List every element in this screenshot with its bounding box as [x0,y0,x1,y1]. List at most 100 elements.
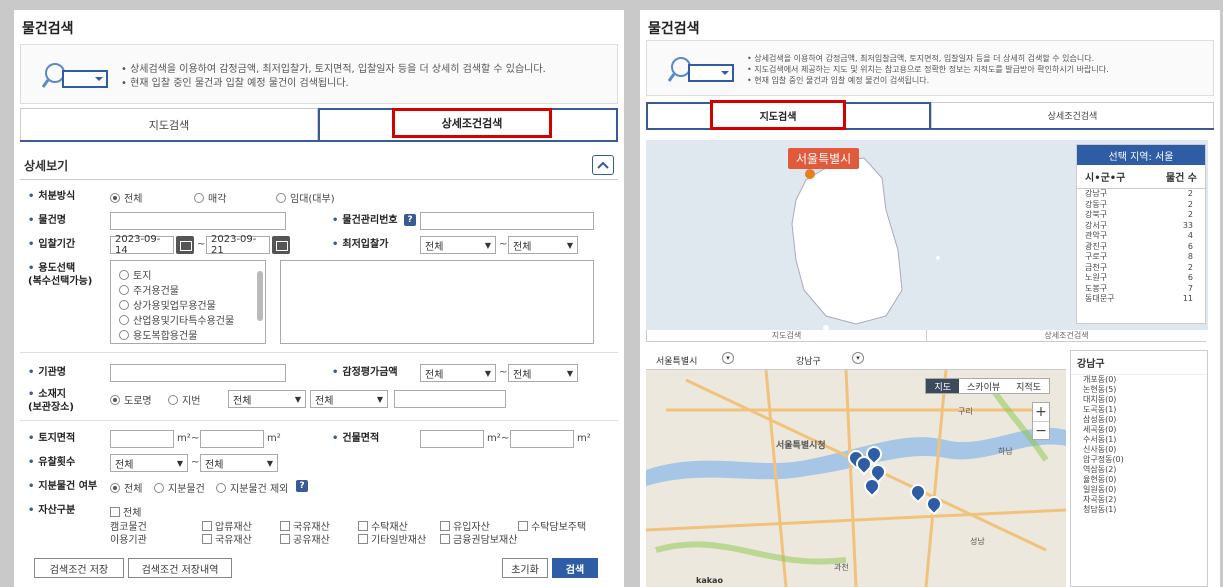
map-city-select[interactable]: 서울특별시 [656,354,697,367]
dong-item[interactable]: 율현동(0) [1071,475,1207,485]
search-card-icon [41,63,108,88]
chevron-down-icon: ▼ [376,394,383,404]
sigungu-select[interactable]: 전체 ▼ [310,390,388,408]
region-row[interactable]: 강북구 2 [1077,210,1205,221]
sido-select[interactable]: 전체 ▼ [228,390,306,408]
info-box: • 상세검색을 이용하여 감정금액, 최저입찰가, 토지면적, 입찰일자 등을 … [20,44,618,104]
region-row[interactable]: 강동구 2 [1077,200,1205,211]
map-district-select[interactable]: 강남구 [796,354,821,367]
region-row[interactable]: 구로구 8 [1077,252,1205,263]
subtab-detail[interactable]: 상세조건검색 [927,330,1206,342]
asset-checkbox[interactable]: 금융권담보재산 [440,531,517,546]
dong-item[interactable]: 압구정동(0) [1071,455,1207,465]
region-row[interactable]: 강남구 2 [1077,189,1205,200]
min-bid-from-select[interactable]: 전체 ▼ [420,236,496,254]
reset-button[interactable]: 초기화 [502,558,548,578]
appraisal-from-select[interactable]: 전체 ▼ [420,364,496,382]
dong-item[interactable]: 대치동(0) [1071,395,1207,405]
dong-item[interactable]: 역삼동(2) [1071,465,1207,475]
usage-item[interactable]: 용도복합용건물 [119,327,197,342]
tab-map-search[interactable]: 지도검색 [20,108,318,140]
fail-count-from-select[interactable]: 전체 ▼ [110,454,188,472]
dong-item[interactable]: 수서동(1) [1071,435,1207,445]
region-count: 33 [1182,220,1193,230]
calendar-icon[interactable] [272,236,290,254]
label-min-bid: • 최저입찰가 [332,239,389,250]
address-input[interactable] [394,390,506,408]
zoom-out-button[interactable]: − [1033,421,1049,439]
radio-disposal-lease[interactable]: 임대(대부) [276,190,335,205]
region-row[interactable]: 강서구 33 [1077,221,1205,232]
region-row[interactable]: 금천구 2 [1077,263,1205,274]
page-title: 물건검색 [22,21,74,37]
region-row[interactable]: 노원구 6 [1077,273,1205,284]
dong-item[interactable]: 신사동(0) [1071,445,1207,455]
building-area-to-input[interactable] [510,430,574,448]
saved-conditions-button[interactable]: 검색조건 저장내역 [128,558,232,578]
land-area-to-input[interactable] [200,430,264,448]
calendar-icon[interactable] [176,236,194,254]
radio-share-all[interactable]: 전체 [110,480,142,495]
mgmt-no-input[interactable] [420,212,594,230]
asset-checkbox[interactable]: 공유재산 [280,531,330,546]
save-conditions-button[interactable]: 검색조건 저장 [34,558,124,578]
search-button[interactable]: 검색 [552,558,598,578]
zoom-in-button[interactable]: + [1033,403,1049,421]
usage-item[interactable]: 산업용및기타특수용건물 [119,312,234,327]
asset-checkbox[interactable]: 국유재산 [202,531,252,546]
agency-input[interactable] [110,364,286,382]
usage-item[interactable]: 상가용및업무용건물 [119,297,216,312]
land-area-from-input[interactable] [110,430,174,448]
usage-selected-listbox[interactable] [280,260,594,344]
dong-item[interactable]: 삼성동(0) [1071,415,1207,425]
radio-share-only[interactable]: 지분물건 [154,480,205,495]
asset-all-checkbox[interactable]: 전체 [110,504,141,519]
radio-disposal-sale[interactable]: 매각 [194,190,226,205]
tab-map-search-label[interactable]: 지도검색 [710,100,846,130]
item-name-input[interactable] [110,212,286,230]
subtab-map[interactable]: 지도검색 [646,330,927,342]
dong-item[interactable]: 논현동(5) [1071,385,1207,395]
fail-count-to-select[interactable]: 전체 ▼ [200,454,278,472]
tilde: ~ [191,433,200,444]
region-row[interactable]: 광진구 6 [1077,242,1205,253]
search-card-icon [667,57,734,82]
tab-detail-search[interactable]: 상세조건검색 [931,102,1214,128]
region-row[interactable]: 도봉구 7 [1077,284,1205,295]
dong-item[interactable]: 일원동(0) [1071,485,1207,495]
map-type-map[interactable]: 지도 [926,379,960,393]
dong-item[interactable]: 세곡동(0) [1071,425,1207,435]
scrollbar[interactable] [257,271,263,321]
region-row[interactable]: 관악구 4 [1077,231,1205,242]
collapse-button[interactable] [592,155,614,175]
dong-item[interactable]: 청담동(1) [1071,505,1207,515]
usage-listbox[interactable]: 토지 주거용건물 상가용및업무용건물 산업용및기타특수용건물 용도복합용건물 [110,260,266,344]
help-icon[interactable]: ? [296,480,308,492]
radio-disposal-all[interactable]: 전체 [110,190,142,205]
tab-detail-search-label[interactable]: 상세조건검색 [392,108,552,138]
min-bid-to-select[interactable]: 전체 ▼ [508,236,578,254]
usage-item[interactable]: 주거용건물 [119,282,179,297]
asset-checkbox[interactable]: 수탁담보주택 [518,518,586,533]
dong-item[interactable]: 도곡동(1) [1071,405,1207,415]
radio-road[interactable]: 도로명 [110,392,152,407]
radio-lot[interactable]: 지번 [168,392,200,407]
region-row[interactable]: 동대문구 11 [1077,294,1205,305]
dong-item[interactable]: 자곡동(2) [1071,495,1207,505]
dong-item[interactable]: 개포동(0) [1071,375,1207,385]
map-type-switch[interactable]: 지도 스카이뷰 지적도 [925,378,1050,394]
usage-item[interactable]: 토지 [119,267,151,282]
help-icon[interactable]: ? [404,214,416,226]
asset-checkbox[interactable]: 기타일반재산 [358,531,426,546]
building-area-from-input[interactable] [420,430,484,448]
map-type-cadastral[interactable]: 지적도 [1008,379,1049,393]
map-type-skyview[interactable]: 스카이뷰 [959,379,1008,393]
chevron-down-icon[interactable]: ▾ [722,352,734,364]
radio-share-exclude[interactable]: 지분물건 제외 [216,480,288,495]
page-title: 물건검색 [648,21,700,37]
date-to-input[interactable]: 2023-09-21 [206,234,270,256]
chevron-down-icon[interactable]: ▾ [852,352,864,364]
city-map[interactable]: 서울특별시 ▾ 강남구 ▾ 지도 스카이뷰 지적도 + − 서울특별시청 구리 … [646,350,1066,587]
date-from-input[interactable]: 2023-09-14 [110,234,174,256]
appraisal-to-select[interactable]: 전체 ▼ [508,364,578,382]
